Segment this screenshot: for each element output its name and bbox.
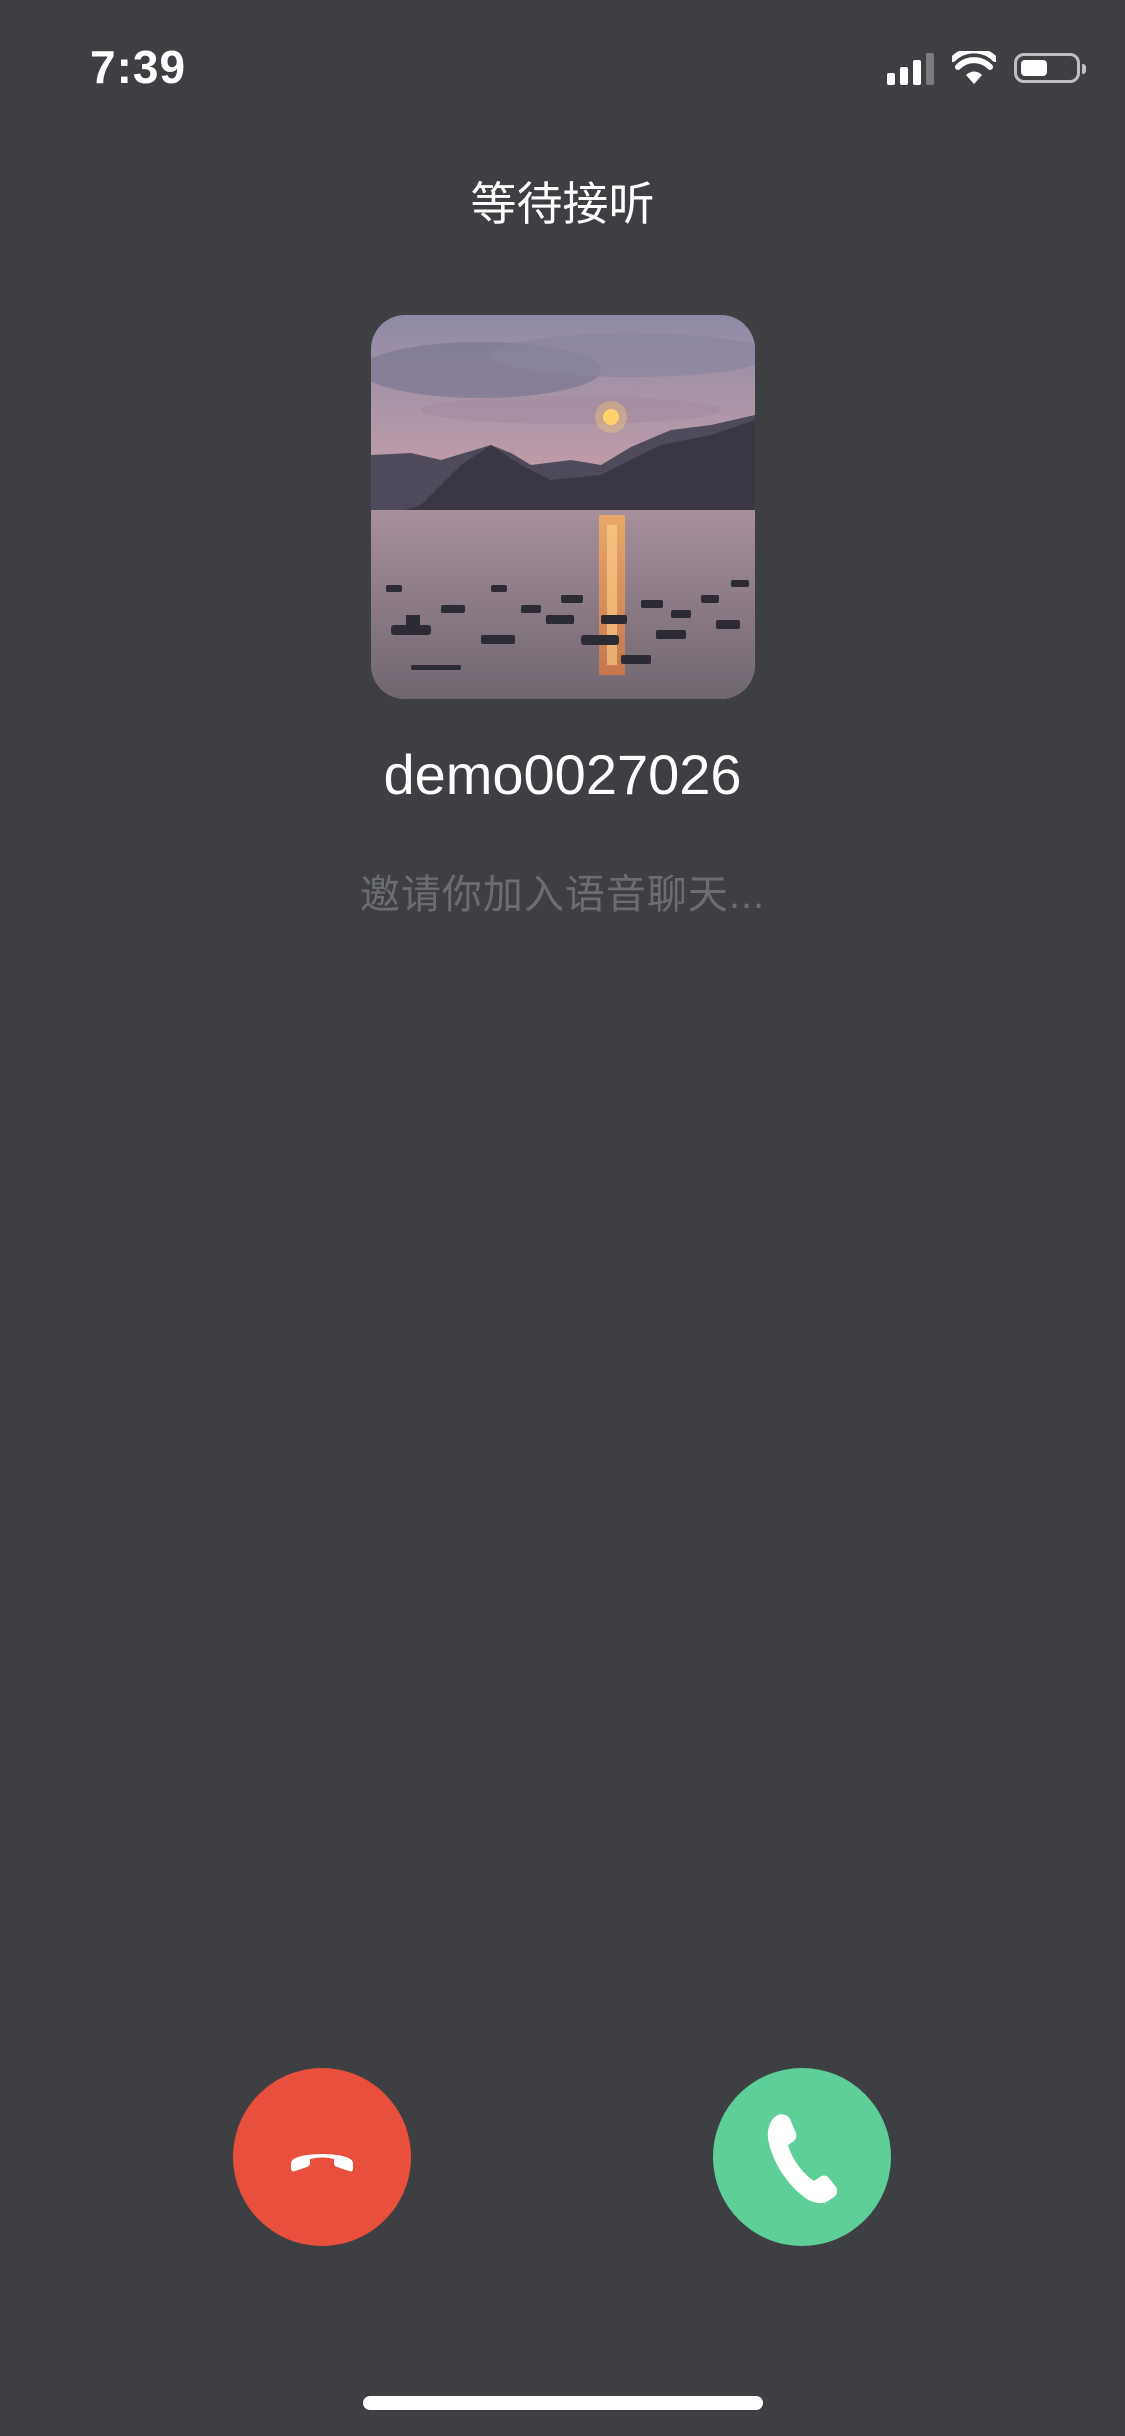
hang-up-phone-icon xyxy=(291,2154,353,2172)
home-indicator[interactable] xyxy=(363,2396,763,2410)
caller-avatar xyxy=(371,315,755,699)
call-screen: 7:39 等待接听 demo0027026 邀请你加入语音聊天... xyxy=(0,0,1125,2436)
wifi-icon xyxy=(952,51,996,84)
call-invitation-text: 邀请你加入语音聊天... xyxy=(359,873,766,917)
decline-call-button[interactable] xyxy=(233,2068,411,2246)
battery-icon xyxy=(1014,53,1086,83)
accept-call-button[interactable] xyxy=(713,2068,891,2246)
cellular-signal-icon xyxy=(887,51,934,85)
caller-name: demo0027026 xyxy=(383,743,742,806)
status-icons xyxy=(887,48,1086,88)
call-status-title: 等待接听 xyxy=(470,178,655,230)
status-time: 7:39 xyxy=(90,41,187,93)
phone-icon xyxy=(767,2114,838,2204)
